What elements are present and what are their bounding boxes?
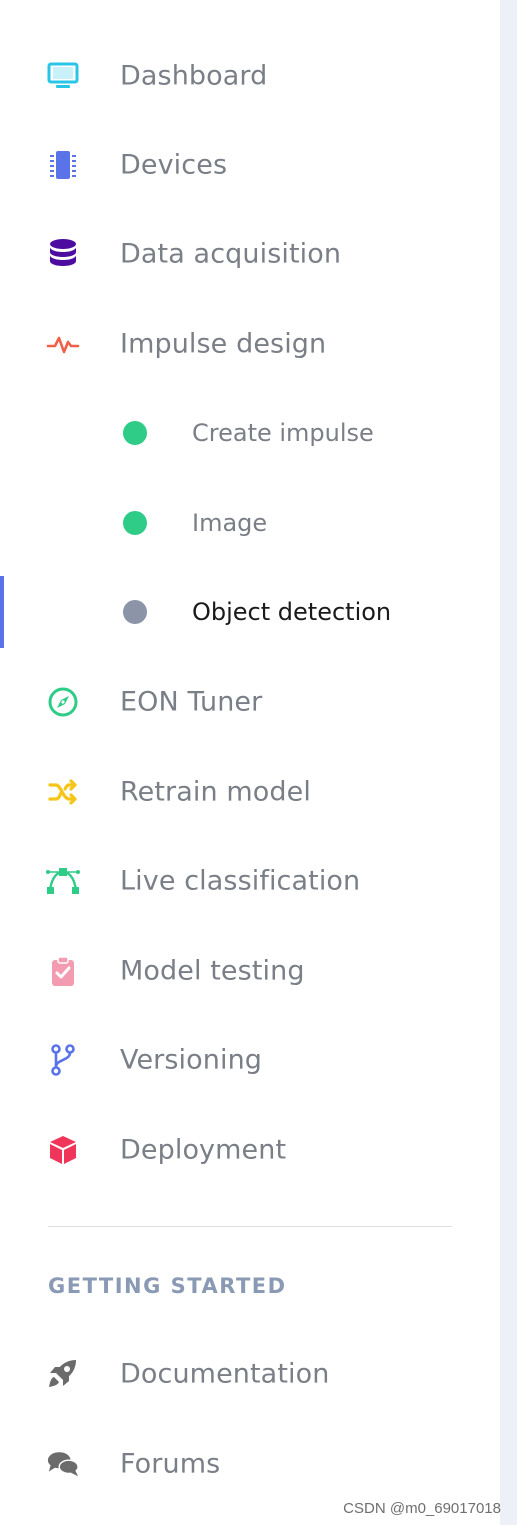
database-icon <box>46 237 80 271</box>
sidebar-item-label: EON Tuner <box>120 686 263 718</box>
sidebar-item-label: Versioning <box>120 1044 263 1076</box>
sidebar-item-data-acquisition[interactable]: Data acquisition <box>0 218 500 290</box>
status-dot-icon <box>123 511 147 535</box>
monitor-icon <box>46 59 80 93</box>
sidebar-item-label: Documentation <box>120 1358 330 1390</box>
status-dot-icon <box>123 600 147 624</box>
sidebar-subitem-create-impulse[interactable]: Create impulse <box>0 397 500 469</box>
branch-icon <box>46 1043 80 1077</box>
sidebar-item-model-testing[interactable]: Model testing <box>0 935 500 1007</box>
sidebar-item-forums[interactable]: Forums <box>0 1428 500 1500</box>
sidebar-item-dashboard[interactable]: Dashboard <box>0 40 500 112</box>
section-heading-getting-started: GETTING STARTED <box>48 1274 287 1298</box>
clipboard-check-icon <box>46 954 80 988</box>
sidebar-item-label: Retrain model <box>120 776 311 808</box>
chat-icon <box>46 1447 80 1481</box>
sidebar-item-label: Dashboard <box>120 60 268 92</box>
sidebar-item-devices[interactable]: Devices <box>0 129 500 201</box>
sidebar-item-label: Deployment <box>120 1134 287 1166</box>
sidebar-item-eon-tuner[interactable]: EON Tuner <box>0 666 500 738</box>
sidebar-nav: Dashboard Devices Data acquisition Impul… <box>0 0 500 1525</box>
sidebar-item-retrain-model[interactable]: Retrain model <box>0 756 500 828</box>
sidebar-item-label: Forums <box>120 1448 221 1480</box>
rocket-icon <box>46 1357 80 1391</box>
sidebar-subitem-object-detection[interactable]: Object detection <box>0 576 500 648</box>
sidebar-item-documentation[interactable]: Documentation <box>0 1338 500 1410</box>
sidebar-subitem-label: Object detection <box>192 598 392 626</box>
pulse-icon <box>46 327 80 361</box>
chip-icon <box>46 148 80 182</box>
sidebar-item-live-classification[interactable]: Live classification <box>0 845 500 917</box>
content-area-edge <box>500 0 517 1525</box>
watermark-text: CSDN @m0_69017018 <box>343 1500 501 1517</box>
active-indicator <box>0 576 4 648</box>
sidebar-item-label: Data acquisition <box>120 238 342 270</box>
sidebar-subitem-image[interactable]: Image <box>0 487 500 559</box>
sidebar-item-label: Live classification <box>120 865 361 897</box>
compass-icon <box>46 685 80 719</box>
sidebar-subitem-label: Image <box>192 509 268 537</box>
status-dot-icon <box>123 421 147 445</box>
sidebar-item-label: Devices <box>120 149 228 181</box>
bezier-icon <box>46 864 80 898</box>
sidebar-item-label: Model testing <box>120 955 305 987</box>
sidebar-item-label: Impulse design <box>120 328 327 360</box>
sidebar-subitem-label: Create impulse <box>192 419 374 447</box>
shuffle-icon <box>46 775 80 809</box>
section-divider <box>48 1226 452 1227</box>
sidebar-item-deployment[interactable]: Deployment <box>0 1114 500 1186</box>
cube-icon <box>46 1133 80 1167</box>
sidebar-item-versioning[interactable]: Versioning <box>0 1024 500 1096</box>
sidebar-item-impulse-design[interactable]: Impulse design <box>0 308 500 380</box>
